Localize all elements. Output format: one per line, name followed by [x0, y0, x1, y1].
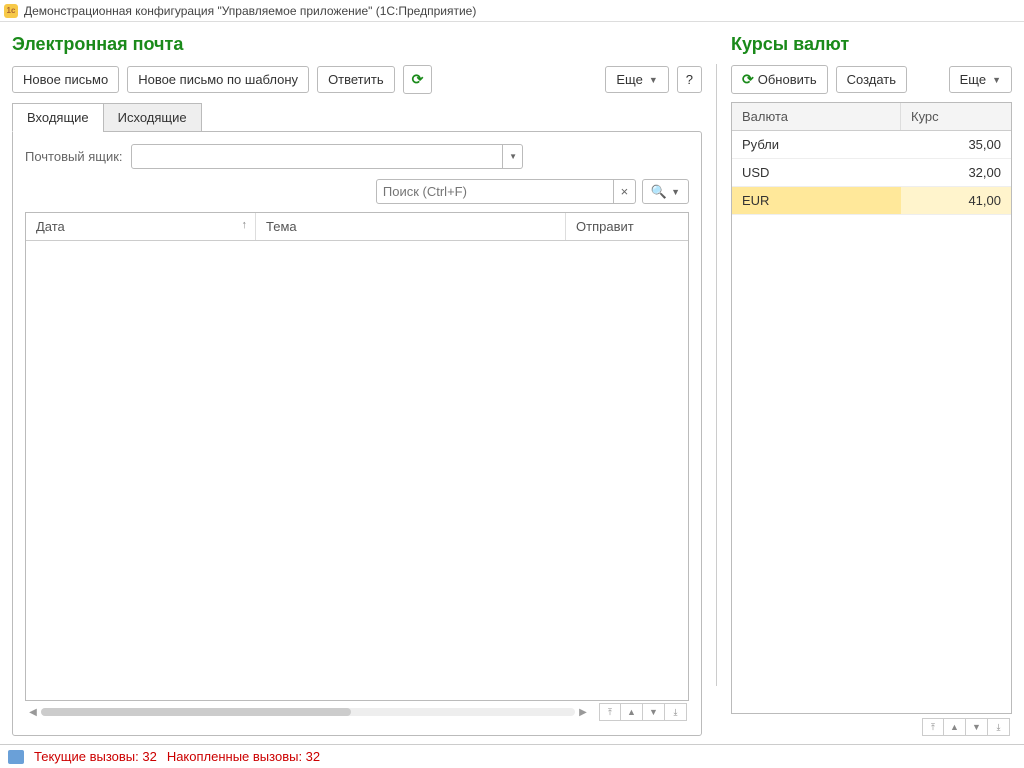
hscroll[interactable]: ◀ ▶ — [27, 707, 589, 718]
rates-panel: Курсы валют ⟳Обновить Создать Еще▼ Валют… — [717, 34, 1012, 736]
search-input[interactable] — [376, 179, 614, 204]
email-help-button[interactable]: ? — [677, 66, 702, 93]
rate-value: 32,00 — [901, 159, 1011, 186]
rate-value: 41,00 — [901, 187, 1011, 214]
status-accumulated-calls: Накопленные вызовы: 32 — [167, 749, 320, 764]
rate-value: 35,00 — [901, 131, 1011, 158]
email-toolbar: Новое письмо Новое письмо по шаблону Отв… — [12, 65, 702, 94]
chevron-down-icon: ▼ — [671, 187, 680, 197]
hscroll-track[interactable] — [41, 708, 575, 716]
new-letter-button[interactable]: Новое письмо — [12, 66, 119, 93]
col-currency[interactable]: Валюта — [732, 103, 901, 130]
search-box: × — [376, 179, 636, 204]
rate-row[interactable]: EUR41,00 — [732, 187, 1011, 215]
email-tabs: Входящие Исходящие — [12, 102, 702, 131]
search-button[interactable]: 🔍▼ — [642, 179, 689, 204]
col-rate[interactable]: Курс — [901, 103, 1011, 130]
email-thead: Дата ↑ Тема Отправит — [26, 213, 688, 241]
rate-currency: EUR — [732, 187, 901, 214]
email-table-footer: ◀ ▶ ⤒ ▲ ▼ ⤓ — [25, 701, 689, 723]
refresh-icon: ⟳ — [412, 71, 424, 88]
rates-more-button[interactable]: Еще▼ — [949, 66, 1012, 93]
rates-title: Курсы валют — [731, 34, 1012, 55]
rates-nav-buttons: ⤒ ▲ ▼ ⤓ — [922, 718, 1010, 736]
rates-thead: Валюта Курс — [732, 103, 1011, 131]
chevron-down-icon: ▼ — [649, 75, 658, 85]
mailbox-row: Почтовый ящик: ▼ — [25, 144, 689, 169]
sort-asc-icon: ↑ — [242, 219, 248, 231]
mailbox-combo: ▼ — [131, 144, 523, 169]
col-subject[interactable]: Тема — [256, 213, 566, 240]
mailbox-dropdown-button[interactable]: ▼ — [503, 144, 523, 169]
email-title: Электронная почта — [12, 34, 702, 55]
mailbox-label: Почтовый ящик: — [25, 149, 123, 164]
mailbox-input[interactable] — [131, 144, 503, 169]
rates-footer: ⤒ ▲ ▼ ⤓ — [731, 714, 1012, 736]
app-icon: 1c — [4, 4, 18, 18]
scroll-left-icon[interactable]: ◀ — [27, 707, 39, 718]
status-icon — [8, 750, 24, 764]
tab-inbox[interactable]: Входящие — [12, 103, 104, 132]
col-date[interactable]: Дата ↑ — [26, 213, 256, 240]
refresh-icon: ⟳ — [742, 71, 754, 88]
email-nav-buttons: ⤒ ▲ ▼ ⤓ — [599, 703, 687, 721]
email-more-button[interactable]: Еще▼ — [605, 66, 668, 93]
nav-last-button[interactable]: ⤓ — [665, 703, 687, 721]
rate-currency: Рубли — [732, 131, 901, 158]
refresh-button[interactable]: ⟳ — [403, 65, 433, 94]
rates-refresh-button[interactable]: ⟳Обновить — [731, 65, 828, 94]
nav-up-button[interactable]: ▲ — [621, 703, 643, 721]
status-current-calls: Текущие вызовы: 32 — [34, 749, 157, 764]
titlebar: 1c Демонстрационная конфигурация "Управл… — [0, 0, 1024, 22]
chevron-down-icon: ▼ — [992, 75, 1001, 85]
col-sender[interactable]: Отправит — [566, 213, 688, 240]
nav-last-button[interactable]: ⤓ — [988, 718, 1010, 736]
rates-create-button[interactable]: Создать — [836, 66, 907, 93]
content: Электронная почта Новое письмо Новое пис… — [0, 22, 1024, 744]
search-icon: 🔍 — [651, 184, 667, 200]
rates-toolbar: ⟳Обновить Создать Еще▼ — [731, 65, 1012, 94]
rate-row[interactable]: USD32,00 — [732, 159, 1011, 187]
chevron-down-icon: ▼ — [509, 152, 517, 161]
reply-button[interactable]: Ответить — [317, 66, 395, 93]
email-table: Дата ↑ Тема Отправит — [25, 212, 689, 701]
rate-row[interactable]: Рубли35,00 — [732, 131, 1011, 159]
nav-down-button[interactable]: ▼ — [966, 718, 988, 736]
rates-table: Валюта Курс Рубли35,00USD32,00EUR41,00 — [731, 102, 1012, 714]
new-from-template-button[interactable]: Новое письмо по шаблону — [127, 66, 309, 93]
hscroll-thumb[interactable] — [41, 708, 351, 716]
rates-tbody: Рубли35,00USD32,00EUR41,00 — [732, 131, 1011, 713]
tab-outbox[interactable]: Исходящие — [103, 103, 202, 132]
nav-first-button[interactable]: ⤒ — [922, 718, 944, 736]
title-text: Демонстрационная конфигурация "Управляем… — [24, 4, 476, 18]
email-panel: Электронная почта Новое письмо Новое пис… — [12, 34, 702, 736]
search-row: × 🔍▼ — [25, 179, 689, 204]
rate-currency: USD — [732, 159, 901, 186]
scroll-right-icon[interactable]: ▶ — [577, 707, 589, 718]
email-tbody — [26, 241, 688, 700]
nav-up-button[interactable]: ▲ — [944, 718, 966, 736]
statusbar: Текущие вызовы: 32 Накопленные вызовы: 3… — [0, 744, 1024, 768]
search-clear-button[interactable]: × — [614, 179, 636, 204]
tab-body: Почтовый ящик: ▼ × 🔍▼ Дата ↑ — [12, 131, 702, 736]
nav-down-button[interactable]: ▼ — [643, 703, 665, 721]
nav-first-button[interactable]: ⤒ — [599, 703, 621, 721]
